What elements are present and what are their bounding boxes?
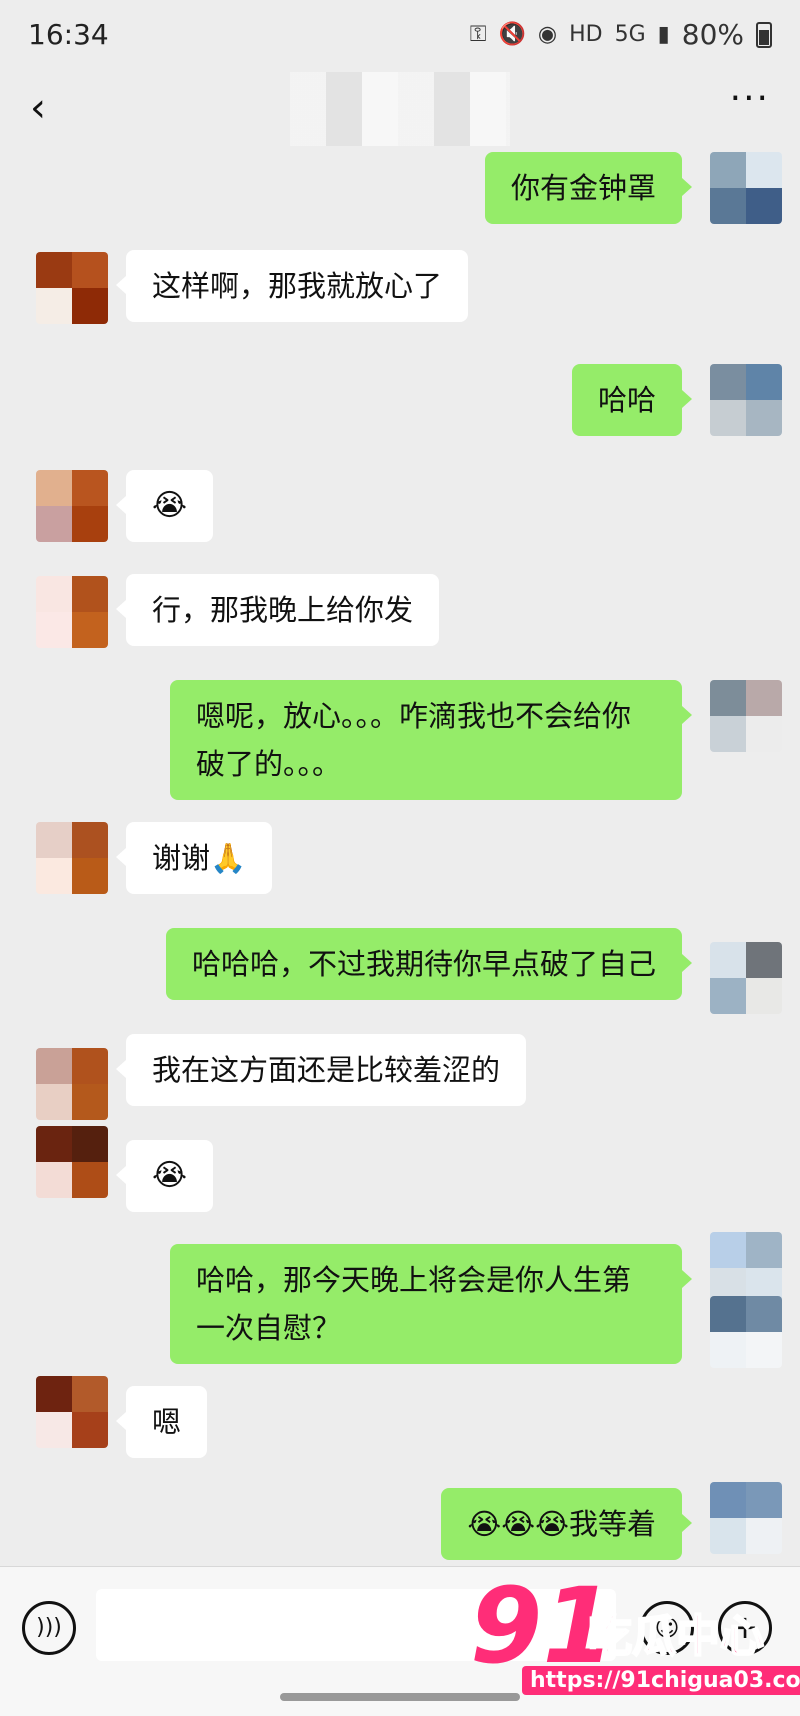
hotspot-icon: ◉ xyxy=(537,22,558,47)
message-row: 行，那我晚上给你发 xyxy=(112,574,440,646)
my-avatar xyxy=(710,680,782,752)
chat-title-pixelated xyxy=(290,72,510,146)
my-avatar xyxy=(710,1232,782,1304)
message-row: 嗯呢，放心。。。咋滴我也不会给你破了的。。。 xyxy=(170,680,696,800)
battery-icon xyxy=(756,21,772,48)
contact-avatar[interactable] xyxy=(36,1126,108,1198)
message-bubble[interactable]: 谢谢🙏 xyxy=(115,822,273,894)
message-bubble[interactable]: 嗯呢，放心。。。咋滴我也不会给你破了的。。。 xyxy=(170,680,692,800)
voice-input-icon[interactable]: ))) xyxy=(22,1601,76,1655)
message-row: 哈哈，那今天晚上将会是你人生第一次自慰？ xyxy=(170,1244,696,1364)
message-bubble[interactable]: 我在这方面还是比较羞涩的 xyxy=(115,1034,527,1106)
message-bubble[interactable]: 嗯 xyxy=(115,1386,208,1458)
message-row: 你有金钟罩 xyxy=(484,152,696,224)
contact-avatar[interactable] xyxy=(36,822,108,894)
contact-avatar[interactable] xyxy=(36,252,108,324)
status-bar: 16:34 ⚿ 🔇 ◉ HD 5G ▮ 80% xyxy=(0,0,800,72)
message-bubble[interactable]: 行，那我晚上给你发 xyxy=(115,574,440,646)
message-row: 😭😭😭我等着 xyxy=(441,1488,696,1560)
message-bubble[interactable]: 😭😭😭我等着 xyxy=(441,1488,692,1560)
message-bubble[interactable]: 这样啊，那我就放心了 xyxy=(115,250,469,322)
message-bubble[interactable]: 哈哈 xyxy=(571,364,693,436)
message-bubble[interactable]: 你有金钟罩 xyxy=(484,152,693,224)
home-indicator xyxy=(280,1693,520,1701)
message-row: 😭 xyxy=(112,1140,214,1212)
message-bubble[interactable]: 😭 xyxy=(115,1140,214,1212)
contact-avatar[interactable] xyxy=(36,1048,108,1120)
message-row: 嗯 xyxy=(112,1386,208,1458)
my-avatar-lower xyxy=(710,1296,782,1368)
my-avatar xyxy=(710,1482,782,1554)
add-icon[interactable]: + xyxy=(718,1601,772,1655)
message-row: 哈哈哈，不过我期待你早点破了自己 xyxy=(165,928,696,1000)
emoji-icon[interactable]: ☺ xyxy=(640,1601,694,1655)
message-row: 哈哈 xyxy=(571,364,696,436)
status-icons: ⚿ 🔇 ◉ HD 5G ▮ 80% xyxy=(470,18,772,51)
message-row: 我在这方面还是比较羞涩的 xyxy=(112,1034,527,1106)
message-row: 谢谢🙏 xyxy=(112,822,273,894)
my-avatar xyxy=(710,364,782,436)
chat-list[interactable]: 你有金钟罩 这样啊，那我就放心了 哈哈 😭 行，那我晚上给你发 嗯呢，放心。。。… xyxy=(0,146,800,1566)
signal-icon: ▮ xyxy=(657,22,670,47)
message-bubble[interactable]: 😭 xyxy=(115,470,214,542)
message-bubble[interactable]: 哈哈，那今天晚上将会是你人生第一次自慰？ xyxy=(170,1244,692,1364)
message-input[interactable] xyxy=(96,1589,616,1661)
chat-header: ‹ ··· xyxy=(0,72,800,146)
more-options-icon[interactable]: ··· xyxy=(730,78,770,119)
message-row: 😭 xyxy=(112,470,214,542)
back-icon[interactable]: ‹ xyxy=(30,88,46,128)
status-time: 16:34 xyxy=(28,18,109,51)
my-avatar xyxy=(710,942,782,1014)
my-avatar xyxy=(710,152,782,224)
5g-label: 5G xyxy=(614,22,646,47)
key-icon: ⚿ xyxy=(469,22,487,47)
message-row: 这样啊，那我就放心了 xyxy=(112,250,469,322)
contact-avatar[interactable] xyxy=(36,576,108,648)
contact-avatar[interactable] xyxy=(36,470,108,542)
message-bubble[interactable]: 哈哈哈，不过我期待你早点破了自己 xyxy=(165,928,693,1000)
battery-percent: 80% xyxy=(681,18,744,51)
hd-label: HD xyxy=(569,22,603,47)
mute-icon: 🔇 xyxy=(498,22,526,47)
contact-avatar[interactable] xyxy=(36,1376,108,1448)
input-bar: ))) ☺ + xyxy=(0,1566,800,1716)
